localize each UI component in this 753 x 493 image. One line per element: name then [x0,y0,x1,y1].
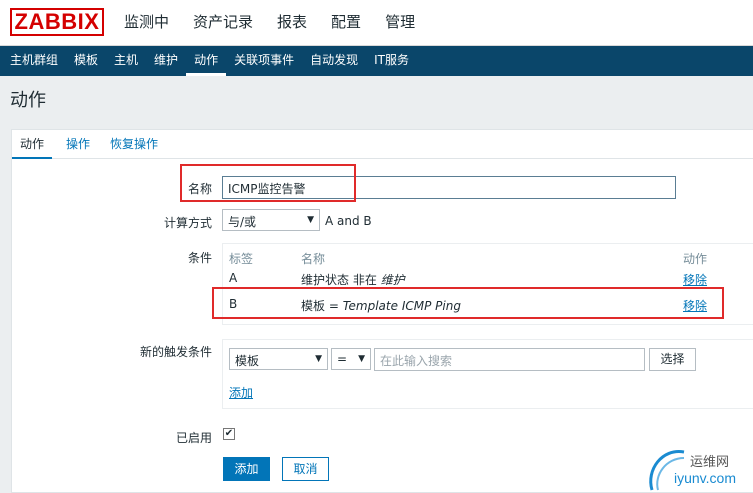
main-menu: 监测中 资产记录 报表 配置 管理 [112,0,427,46]
tab-recovery-operations[interactable]: 恢复操作 [110,130,158,159]
add-condition-link[interactable]: 添加 [229,384,253,401]
condition-type-select[interactable]: 模板 ▼ [229,348,328,370]
sub-menu-bar: 主机群组 模板 主机 维护 动作 关联项事件 自动发现 IT服务 [0,46,753,76]
zabbix-logo[interactable]: ZABBIX [10,8,104,36]
watermark-text-cn: 运维网 [690,455,730,470]
col-header-action: 动作 [683,252,708,266]
condition-operator-select[interactable]: = ▼ [331,348,371,370]
calc-select[interactable]: 与/或 ▼ [222,209,320,231]
highlight-box-condition-b [212,287,724,319]
calc-label: 计算方式 [163,216,212,230]
chevron-down-icon: ▼ [358,354,365,364]
watermark-text-url: iyunv.com [674,470,736,486]
enabled-label: 已启用 [175,431,212,445]
select-button[interactable]: 选择 [649,348,696,371]
conditions-label: 条件 [187,251,212,265]
add-button[interactable]: 添加 [223,457,270,481]
enabled-checkbox[interactable]: ✔ [223,428,235,440]
col-header-tag: 标签 [229,252,254,266]
new-condition-label: 新的触发条件 [139,345,212,359]
menu-monitoring[interactable]: 监测中 [112,0,181,46]
tab-action[interactable]: 动作 [12,130,53,159]
chevron-down-icon: ▼ [315,354,322,364]
menu-inventory[interactable]: 资产记录 [181,0,265,46]
menu-reports[interactable]: 报表 [265,0,319,46]
submenu-hosts[interactable]: 主机 [106,46,146,76]
condition-a-remove-link[interactable]: 移除 [683,271,707,288]
cancel-button[interactable]: 取消 [282,457,329,481]
submenu-event-correlation[interactable]: 关联项事件 [226,46,302,76]
submenu-actions[interactable]: 动作 [186,46,227,76]
tab-operations[interactable]: 操作 [66,130,90,159]
top-bar: ZABBIX 监测中 资产记录 报表 配置 管理 [0,0,753,46]
condition-operator-value: = [337,352,348,366]
submenu-maintenance[interactable]: 维护 [146,46,186,76]
menu-configuration[interactable]: 配置 [319,0,373,46]
chevron-down-icon: ▼ [307,215,314,225]
condition-search-input[interactable]: 在此输入搜索 [374,348,645,371]
tab-bar: 动作 操作 恢复操作 [12,130,753,159]
submenu-it-services[interactable]: IT服务 [366,46,417,76]
menu-administration[interactable]: 管理 [373,0,427,46]
condition-a-tag: A [229,271,238,285]
submenu-host-groups[interactable]: 主机群组 [2,46,66,76]
calc-expression: A and B [325,214,372,228]
submenu-discovery[interactable]: 自动发现 [302,46,366,76]
condition-a-name: 维护状态 非在 维护 [301,273,405,287]
calc-select-value: 与/或 [228,215,257,229]
page-title: 动作 [10,90,46,111]
highlight-box-name [180,164,356,202]
col-header-name: 名称 [301,252,326,266]
condition-type-value: 模板 [235,354,260,368]
submenu-templates[interactable]: 模板 [66,46,106,76]
